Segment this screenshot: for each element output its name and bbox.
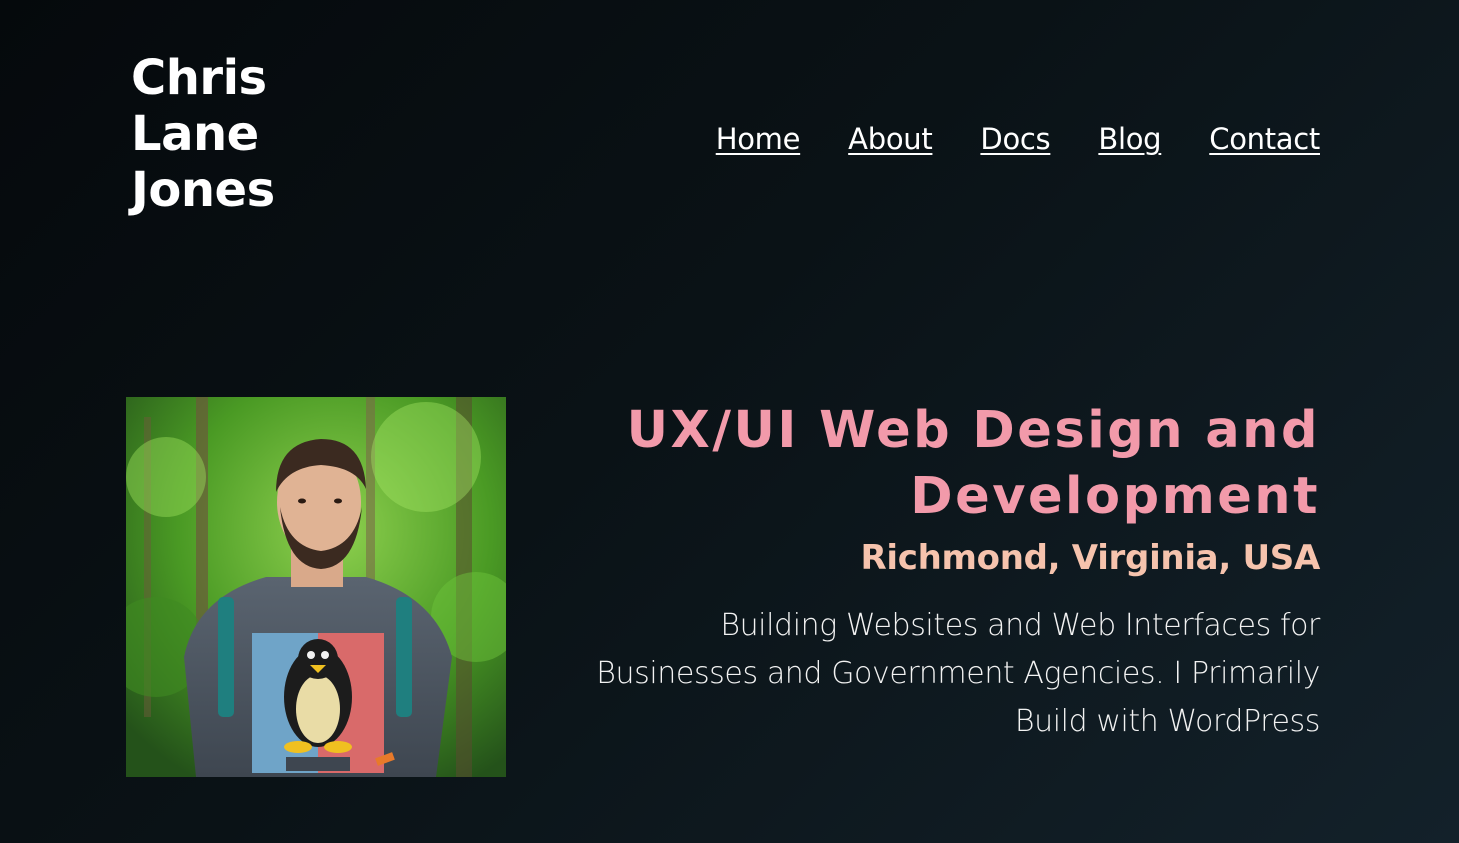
site-title-line-2: Lane xyxy=(131,106,259,162)
profile-photo xyxy=(126,397,506,777)
site-title-line-3: Jones xyxy=(131,162,275,218)
nav-link-contact[interactable]: Contact xyxy=(1209,120,1320,158)
site-title-line-1: Chris xyxy=(131,50,267,106)
profile-photo-illustration xyxy=(126,397,506,777)
nav-link-about[interactable]: About xyxy=(848,120,933,158)
site-title-link[interactable]: Chris Lane Jones xyxy=(131,50,351,218)
site-header: Chris Lane Jones Home About Docs Blog Co… xyxy=(0,0,1459,260)
nav-link-home[interactable]: Home xyxy=(716,120,801,158)
hero-location: Richmond, Virginia, USA xyxy=(860,538,1321,578)
main-navigation: Home About Docs Blog Contact xyxy=(716,120,1321,158)
hero-section: UX/UI Web Design and Development Richmon… xyxy=(560,398,1320,746)
nav-link-blog[interactable]: Blog xyxy=(1098,120,1161,158)
hero-description: Building Websites and Web Interfaces for… xyxy=(596,608,1320,739)
hero-title: UX/UI Web Design and Development xyxy=(626,401,1320,526)
nav-link-docs[interactable]: Docs xyxy=(980,120,1050,158)
